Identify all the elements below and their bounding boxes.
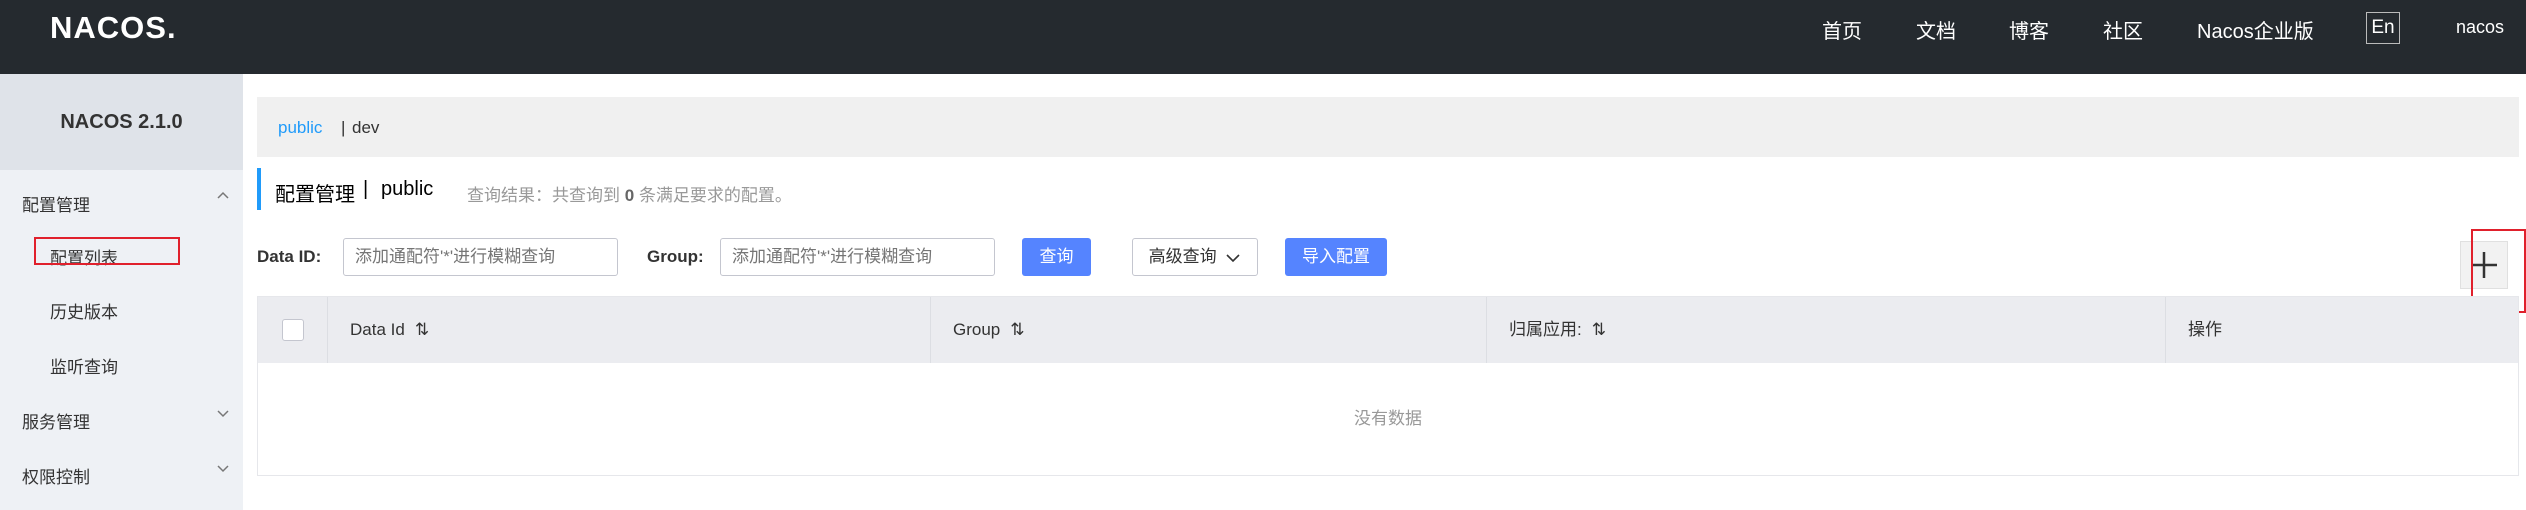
title-accent-bar [257,168,261,210]
dataid-search-input[interactable] [343,238,618,276]
result-count: 0 [624,186,635,205]
sidebar-item-listener[interactable]: 监听查询 [50,353,118,378]
query-result-text: 查询结果：共查询到 0 条满足要求的配置。 [467,186,792,205]
dataid-label: Data ID: [257,247,322,266]
namespace-dev[interactable]: dev [352,118,379,138]
nav-community[interactable]: 社区 [2103,15,2143,44]
sidebar-group-auth[interactable]: 权限控制 [22,463,90,488]
sidebar-brand: NACOS 2.1.0 [0,74,243,170]
import-config-button[interactable]: 导入配置 [1285,238,1387,276]
nav-enterprise[interactable]: Nacos企业版 [2197,15,2314,44]
page-title: 配置管理 [275,184,355,206]
sort-icon[interactable]: ⇅ [1010,297,1024,363]
sidebar-item-history[interactable]: 历史版本 [50,298,118,323]
sidebar-group-service[interactable]: 服务管理 [22,408,90,433]
nav-home[interactable]: 首页 [1822,15,1862,44]
column-header-dataid[interactable]: Data Id ⇅ [328,297,931,363]
query-button[interactable]: 查询 [1022,238,1091,276]
top-navbar: NACOS. 首页 文档 博客 社区 Nacos企业版 En nacos [0,0,2526,74]
nav-blog[interactable]: 博客 [2009,15,2049,44]
nav-docs[interactable]: 文档 [1916,15,1956,44]
namespace-public[interactable]: public [278,118,322,138]
chevron-down-icon[interactable] [216,461,230,478]
select-all-checkbox[interactable] [282,319,304,341]
advanced-query-label: 高级查询 [1148,247,1217,266]
namespace-separator: | [341,118,346,137]
table-empty-text: 没有数据 [1354,409,1422,428]
sort-icon[interactable]: ⇅ [1592,297,1606,363]
chevron-up-icon[interactable] [216,189,230,206]
title-separator: | [363,178,369,200]
column-header-group[interactable]: Group ⇅ [931,297,1487,363]
advanced-query-button[interactable]: 高级查询 [1132,238,1258,276]
group-search-input[interactable] [720,238,995,276]
column-header-actions: 操作 [2188,320,2222,339]
group-label: Group: [647,247,704,266]
namespace-bar: public | dev [257,97,2519,157]
language-toggle-button[interactable]: En [2366,12,2400,44]
column-header-app[interactable]: 归属应用: ⇅ [1487,297,2166,363]
table-header: Data Id ⇅ Group ⇅ 归属应用: ⇅ 操作 [258,297,2518,363]
title-namespace: public [381,178,434,200]
chevron-down-icon[interactable] [216,406,230,423]
select-all-cell [258,297,328,363]
highlight-box-config-list [34,237,180,265]
sort-icon[interactable]: ⇅ [415,297,429,363]
user-menu[interactable]: nacos [2456,17,2504,38]
config-table: Data Id ⇅ Group ⇅ 归属应用: ⇅ 操作 没有数据 [257,296,2519,476]
sidebar-group-config[interactable]: 配置管理 [22,191,90,216]
nacos-logo[interactable]: NACOS. [50,10,177,46]
sidebar: NACOS 2.1.0 配置管理 配置列表 历史版本 监听查询 服务管理 权限控… [0,74,243,510]
chevron-down-icon [1226,253,1240,262]
